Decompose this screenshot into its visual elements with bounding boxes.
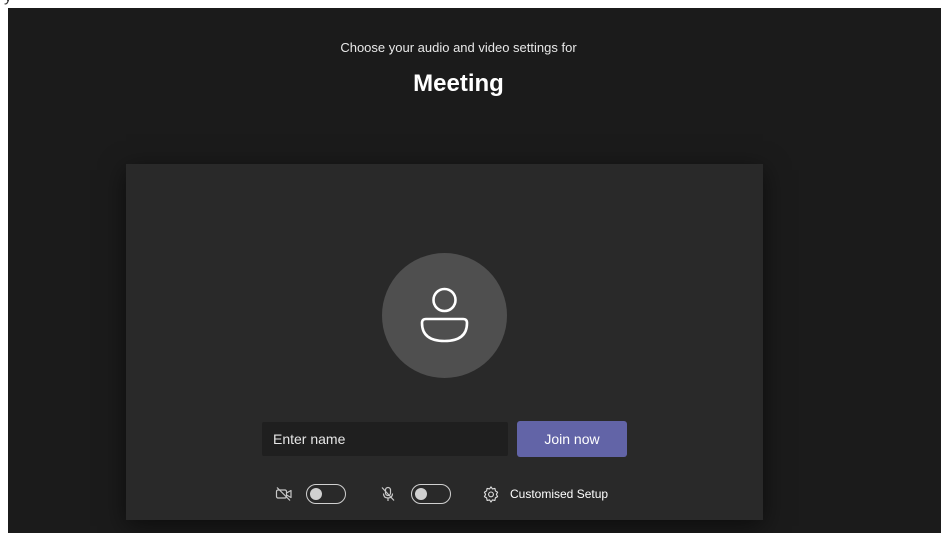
camera-toggle[interactable] — [306, 484, 346, 504]
customised-setup-button[interactable]: Customised Setup — [510, 487, 608, 501]
video-preview-panel: Join now — [126, 164, 763, 520]
cropped-heading-fragment: y — [0, 0, 60, 8]
mic-off-icon — [380, 486, 396, 507]
meeting-title: Meeting — [413, 70, 504, 97]
microphone-toggle-knob — [415, 487, 427, 500]
avatar — [382, 253, 507, 378]
name-input[interactable] — [262, 422, 508, 456]
join-now-button[interactable]: Join now — [517, 421, 627, 457]
prejoin-screen: Choose your audio and video settings for… — [8, 8, 941, 533]
page-subtitle: Choose your audio and video settings for — [340, 40, 577, 55]
microphone-toggle[interactable] — [411, 484, 451, 504]
camera-toggle-knob — [310, 487, 322, 500]
camera-off-icon — [275, 486, 293, 507]
person-icon — [420, 287, 469, 343]
gear-icon[interactable] — [482, 485, 500, 508]
device-controls: Customised Setup — [126, 482, 763, 508]
